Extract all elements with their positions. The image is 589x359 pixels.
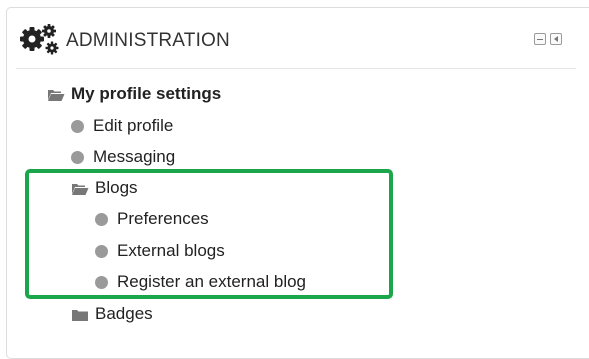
bullet-icon (71, 150, 84, 164)
tree-item-my-profile-settings[interactable]: My profile settings (47, 83, 221, 105)
tree-item-label[interactable]: Preferences (117, 209, 209, 229)
tree-item-preferences[interactable]: Preferences (95, 208, 209, 230)
tree-item-label: Blogs (95, 178, 138, 197)
folder-open-icon (47, 87, 65, 101)
block-header: ADMINISTRATION (16, 20, 576, 69)
dock-icon[interactable] (550, 33, 562, 45)
tree-item-edit-profile[interactable]: Edit profile (71, 115, 173, 137)
bullet-icon (95, 244, 108, 258)
bullet-icon (95, 275, 108, 289)
tree-item-label[interactable]: External blogs (117, 241, 225, 261)
folder-closed-icon (71, 307, 89, 321)
folder-open-icon (71, 181, 89, 195)
tree-item-label: Badges (95, 304, 153, 323)
tree-item-badges[interactable]: Badges (71, 303, 153, 325)
tree-item-external-blogs[interactable]: External blogs (95, 240, 225, 262)
block-title: ADMINISTRATION (66, 30, 230, 51)
bullet-icon (95, 212, 108, 226)
tree-item-label: My profile settings (71, 84, 222, 103)
tree-item-label[interactable]: Register an external blog (117, 272, 306, 292)
bullet-icon (71, 119, 84, 133)
gears-icon (19, 22, 61, 56)
tree-item-label[interactable]: Messaging (93, 147, 175, 167)
tree-item-label[interactable]: Edit profile (93, 116, 173, 136)
tree-item-register-external-blog[interactable]: Register an external blog (95, 271, 306, 293)
minimize-icon[interactable] (534, 33, 546, 45)
tree-item-messaging[interactable]: Messaging (71, 146, 175, 168)
tree-item-blogs[interactable]: Blogs (71, 177, 138, 199)
